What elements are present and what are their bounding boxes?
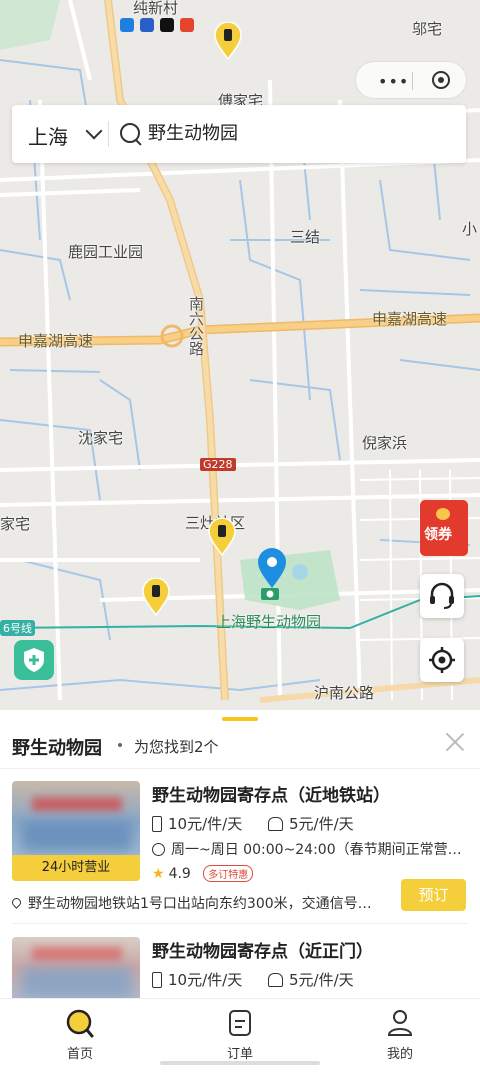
- more-dots-icon[interactable]: •••: [378, 72, 409, 91]
- sheet-title: 野生动物园: [12, 738, 102, 759]
- opening-hours: 周一~周日 00:00~24:00（春节期间正常营业）: [152, 839, 472, 859]
- divider: [12, 923, 468, 924]
- g228-badge: G228: [200, 458, 236, 471]
- store-thumbnail: 24小时营业: [12, 781, 140, 881]
- map-label-nanliu: 南六公路: [187, 296, 205, 356]
- headset-icon: [430, 582, 454, 609]
- map-label-sanjie: 三结: [290, 228, 321, 246]
- map-label-nijiabang: 倪家浜: [362, 434, 408, 452]
- mini-program-capsule[interactable]: •••: [355, 61, 467, 99]
- sheet-drag-handle[interactable]: [222, 717, 258, 721]
- tab-mine[interactable]: 我的: [320, 999, 480, 1067]
- locate-button[interactable]: [420, 638, 464, 682]
- separator-dot: [118, 743, 122, 747]
- weibo-icon: [180, 18, 194, 32]
- locate-icon: [429, 647, 455, 673]
- storage-marker[interactable]: [142, 578, 170, 616]
- luggage-icon: [152, 816, 162, 832]
- metro-line-badge: 6号线: [0, 620, 35, 636]
- discount-tag: 多订特惠: [203, 865, 254, 882]
- shield-plus-icon: [24, 648, 44, 672]
- map-label-highway-left: 申嘉湖高速: [18, 332, 94, 350]
- price-small: 5元/件/天: [268, 969, 354, 990]
- app-icon-2: [140, 18, 154, 32]
- app-icon-1: [120, 18, 134, 32]
- user-icon: [387, 1010, 413, 1036]
- tab-mine-label: 我的: [386, 1047, 413, 1062]
- home-search-icon: [66, 1009, 94, 1038]
- storage-marker[interactable]: [208, 518, 236, 556]
- result-count: 为您找到2个: [134, 738, 219, 756]
- open-24h-badge: 24小时营业: [12, 855, 140, 881]
- price-large: 10元/件/天: [152, 813, 242, 834]
- location-pin-icon: [12, 896, 23, 909]
- destination-pin-icon[interactable]: [257, 548, 287, 590]
- map-label-hunan: 沪南公路: [314, 684, 375, 702]
- book-button[interactable]: 预订: [401, 879, 466, 911]
- place-label-wuzhai: 邬宅: [412, 20, 443, 38]
- clock-icon: [152, 843, 165, 856]
- village-label: 纯新村: [133, 0, 179, 17]
- coupon-label: 领券: [424, 527, 452, 543]
- tab-home[interactable]: 首页: [0, 999, 160, 1067]
- tab-orders[interactable]: 订单: [160, 999, 320, 1067]
- result-title: 野生动物园寄存点（近地铁站）: [152, 786, 390, 806]
- customer-service-button[interactable]: [420, 574, 464, 618]
- tab-home-label: 首页: [66, 1047, 93, 1062]
- search-icon: [120, 123, 140, 143]
- home-indicator: [160, 1061, 320, 1065]
- price-small: 5元/件/天: [268, 813, 354, 834]
- chevron-down-icon[interactable]: [85, 122, 103, 140]
- search-divider: [108, 121, 109, 147]
- close-target-icon[interactable]: [432, 71, 450, 89]
- tab-orders-label: 订单: [226, 1047, 253, 1062]
- bag-icon: [268, 817, 283, 831]
- star-icon: ★: [152, 866, 165, 882]
- map-label-highway-right: 申嘉湖高速: [372, 310, 448, 328]
- map-label-zoo[interactable]: 上海野生动物园: [216, 611, 321, 632]
- tiktok-icon: [160, 18, 174, 32]
- map-label-luyuan: 鹿园工业园: [68, 243, 144, 261]
- safety-shield-button[interactable]: [14, 640, 54, 680]
- results-sheet: 野生动物园 为您找到2个 24小时营业 野生动物园寄存点（近地铁站） 10元/件…: [0, 710, 480, 1037]
- bag-icon: [268, 973, 283, 987]
- search-bar: 上海: [12, 105, 466, 163]
- map-label-xiao: 小: [462, 220, 478, 238]
- camera-poi-icon: [261, 588, 279, 600]
- luggage-icon: [152, 972, 162, 988]
- address: 野生动物园地铁站1号口出站向东约300米，交通信号灯路口: [12, 893, 384, 913]
- orders-icon: [229, 1010, 251, 1036]
- map-label-jiazhai: 家宅: [0, 515, 31, 533]
- map-label-shenjiazhai: 沈家宅: [78, 429, 124, 447]
- coupon-button[interactable]: 领券: [420, 500, 468, 556]
- storage-marker[interactable]: [214, 22, 242, 60]
- rating: ★ 4.9 多订特惠: [152, 865, 254, 882]
- capsule-divider: [412, 72, 413, 90]
- search-input[interactable]: [148, 121, 448, 142]
- result-card[interactable]: 24小时营业 野生动物园寄存点（近地铁站） 10元/件/天 5元/件/天 周一~…: [0, 769, 480, 924]
- city-selector[interactable]: 上海: [28, 121, 68, 150]
- close-icon[interactable]: [444, 730, 466, 752]
- result-title: 野生动物园寄存点（近正门）: [152, 942, 373, 962]
- status-icons: [120, 18, 194, 32]
- bottom-tab-bar: 首页 订单 我的: [0, 998, 480, 1067]
- price-large: 10元/件/天: [152, 969, 242, 990]
